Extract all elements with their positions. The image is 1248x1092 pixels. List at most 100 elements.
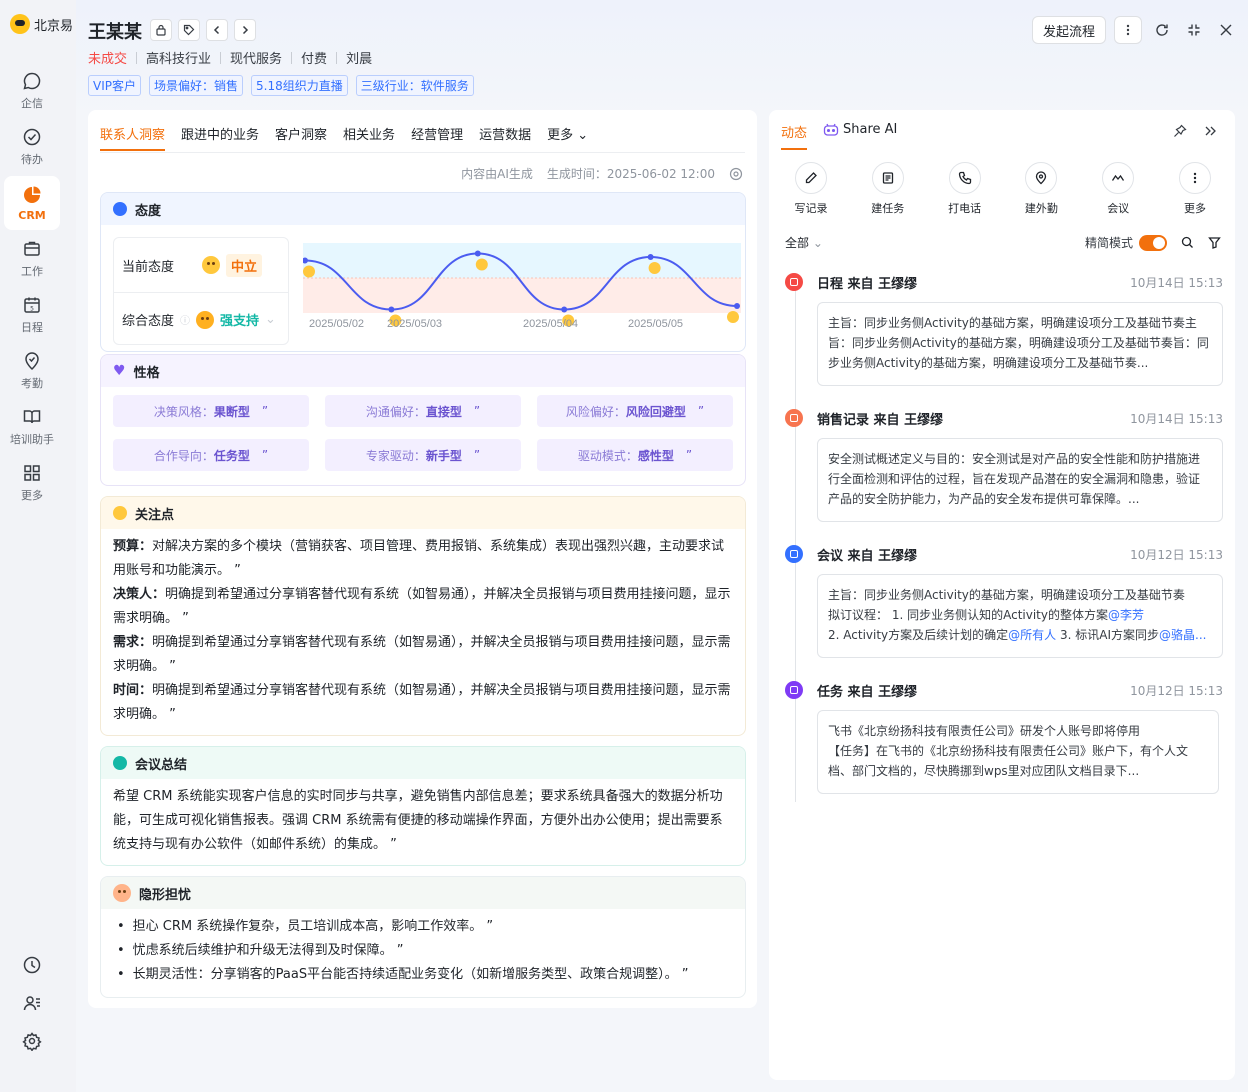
chip-key: 风险偏好：	[565, 404, 626, 419]
feed-from: 来自	[873, 412, 900, 428]
tab-ongoing-business[interactable]: 跟进中的业务	[181, 118, 259, 151]
calendar-icon	[785, 273, 803, 291]
next-button[interactable]	[234, 19, 256, 41]
focus-item: 决策人：明确提到希望通过分享销客替代现有系统（如智易通），并解决全员报销与项目费…	[113, 583, 733, 631]
personality-chip[interactable]: 决策风格： 果断型 ”	[113, 395, 309, 427]
contacts-button[interactable]	[18, 989, 46, 1017]
tab-share-ai[interactable]: Share AI	[823, 122, 897, 137]
sidebar-item-label: 工作	[21, 265, 43, 278]
check-circle-icon	[22, 127, 42, 147]
more-actions-button[interactable]: 更多	[1163, 162, 1227, 216]
filter-dropdown[interactable]: 全部 ⌄	[785, 234, 823, 251]
card-title: 会议总结	[135, 757, 188, 773]
focus-item: 预算：对解决方案的多个模块（营销获客、项目管理、费用报销、系统集成）表现出强烈兴…	[113, 535, 733, 583]
feed-item-sales-record[interactable]: 销售记录 来自 王缪缪 10月14日 15:13 安全测试概述定义与目的：安全测…	[785, 408, 1223, 522]
focus-key: 预算：	[113, 539, 153, 554]
prev-button[interactable]	[206, 19, 228, 41]
sidebar-item-chat[interactable]: 企信	[4, 64, 60, 118]
sidebar-item-attendance[interactable]: 考勤	[4, 344, 60, 398]
worry-item: 长期灵活性：分享销客的PaaS平台能否持续适配业务变化（如新增服务类型、政策合规…	[117, 963, 733, 987]
personality-chip[interactable]: 专家驱动： 新手型 ”	[325, 439, 521, 471]
agenda-item: 1. 同步业务侧认知的Activity的整体方案	[891, 608, 1108, 622]
divider	[220, 51, 222, 64]
tag-chip[interactable]: 5.18组织力直播	[251, 75, 348, 96]
feed-type: 任务	[817, 684, 844, 700]
customer-name: 王某某	[88, 22, 142, 43]
refresh-button[interactable]	[1150, 16, 1174, 44]
personality-chip[interactable]: 风险偏好： 风险回避型 ”	[537, 395, 733, 427]
focus-key: 决策人：	[113, 587, 166, 602]
pin-button[interactable]	[1173, 124, 1187, 138]
tab-activity[interactable]: 动态	[781, 122, 807, 141]
start-process-button[interactable]: 发起流程	[1031, 16, 1106, 44]
settings-button[interactable]	[18, 1027, 46, 1055]
create-task-button[interactable]: 建任务	[856, 162, 920, 216]
sidebar-item-training[interactable]: 培训助手	[4, 400, 60, 454]
simple-mode-toggle[interactable]	[1139, 234, 1167, 251]
mention-link[interactable]: @骆晶...	[1159, 628, 1206, 642]
neutral-face-icon	[202, 256, 220, 274]
divider	[291, 51, 293, 64]
close-button[interactable]	[1214, 16, 1238, 44]
sidebar-item-more[interactable]: 更多	[4, 456, 60, 510]
brand[interactable]: 北京易	[10, 14, 73, 34]
tab-operations[interactable]: 经营管理	[411, 118, 463, 151]
tab-contact-insight[interactable]: 联系人洞察	[100, 118, 166, 151]
tag-chip[interactable]: VIP客户	[88, 75, 141, 96]
personality-chip[interactable]: 沟通偏好： 直接型 ”	[325, 395, 521, 427]
tab-customer-insight[interactable]: 客户洞察	[275, 118, 327, 151]
tag-button[interactable]	[178, 19, 200, 41]
lock-button[interactable]	[150, 19, 172, 41]
customer-meta: 未成交 高科技行业 现代服务 付费 刘晨	[88, 48, 372, 67]
feed-item-header: 会议 来自 王缪缪 10月12日 15:13	[785, 544, 1223, 564]
current-attitude-value: 中立	[226, 253, 263, 277]
mention-link[interactable]: @李芳	[1108, 608, 1144, 622]
feed-item-task[interactable]: 任务 来自 王缪缪 10月12日 15:13 飞书《北京纷扬科技有限责任公司》研…	[785, 680, 1223, 794]
mention-link[interactable]: @所有人	[1008, 628, 1056, 642]
sidebar-item-schedule[interactable]: 5 日程	[4, 288, 60, 342]
history-button[interactable]	[18, 951, 46, 979]
worries-list: 担心 CRM 系统操作复杂，员工培训成本高，影响工作效率。 ” 忧虑系统后续维护…	[101, 909, 745, 993]
phone-icon	[948, 162, 981, 194]
field-visit-button[interactable]: 建外勤	[1009, 162, 1073, 216]
robot-icon	[823, 123, 839, 137]
worry-item: 担心 CRM 系统操作复杂，员工培训成本高，影响工作效率。 ”	[117, 915, 733, 939]
tab-operation-data[interactable]: 运营数据	[479, 118, 531, 151]
tag-chip[interactable]: 三级行业：软件服务	[355, 75, 474, 96]
tag-chip[interactable]: 场景偏好：销售	[149, 75, 244, 96]
chip-key: 合作导向：	[153, 448, 214, 463]
sidebar-item-crm[interactable]: CRM	[4, 176, 60, 230]
collapse-button[interactable]	[1182, 16, 1206, 44]
chip-value: 任务型	[213, 448, 250, 463]
more-button[interactable]	[1114, 16, 1142, 44]
filter-button[interactable]	[1208, 236, 1221, 249]
personality-chip[interactable]: 合作导向： 任务型 ”	[113, 439, 309, 471]
card-header: 关注点	[101, 497, 745, 529]
sidebar-item-label: 日程	[21, 321, 43, 334]
sidebar-item-todo[interactable]: 待办	[4, 120, 60, 174]
search-button[interactable]	[1181, 236, 1194, 249]
divider	[136, 51, 138, 64]
tab-more[interactable]: 更多 ⌄	[547, 118, 588, 151]
meeting-button[interactable]: 会议	[1086, 162, 1150, 216]
heart-icon: ♥	[113, 363, 126, 379]
emotion-marker	[303, 265, 315, 278]
expand-button[interactable]	[1203, 124, 1217, 138]
personality-chip[interactable]: 驱动模式： 感性型 ”	[537, 439, 733, 471]
feed-item-meeting[interactable]: 会议 来自 王缪缪 10月12日 15:13 主旨：同步业务侧Activity的…	[785, 544, 1223, 658]
sidebar-item-work[interactable]: 工作	[4, 232, 60, 286]
location-check-icon	[22, 351, 42, 371]
overall-attitude[interactable]: 综合态度 ⓘ 强支持 ⌄	[114, 292, 288, 346]
call-button[interactable]: 打电话	[933, 162, 997, 216]
write-record-button[interactable]: 写记录	[779, 162, 843, 216]
body-line: 安全测试概述定义与目的：安全测试是对产品的安全性能和防护措施进	[828, 452, 1201, 466]
clock-icon	[22, 955, 42, 975]
feed-item-schedule[interactable]: 日程 来自 王缪缪 10月14日 15:13 主旨：同步业务侧Activity的…	[785, 272, 1223, 386]
action-label: 更多	[1183, 202, 1206, 215]
meta-service: 现代服务	[230, 52, 283, 67]
task-icon	[871, 162, 904, 194]
tab-related-business[interactable]: 相关业务	[343, 118, 395, 151]
settings-button[interactable]	[729, 167, 743, 181]
ai-generated-label: 内容由AI生成	[461, 167, 533, 181]
body-line: 主旨：同步业务侧Activity的基础方案，明确建设项分工及基础节奏主	[828, 316, 1197, 330]
